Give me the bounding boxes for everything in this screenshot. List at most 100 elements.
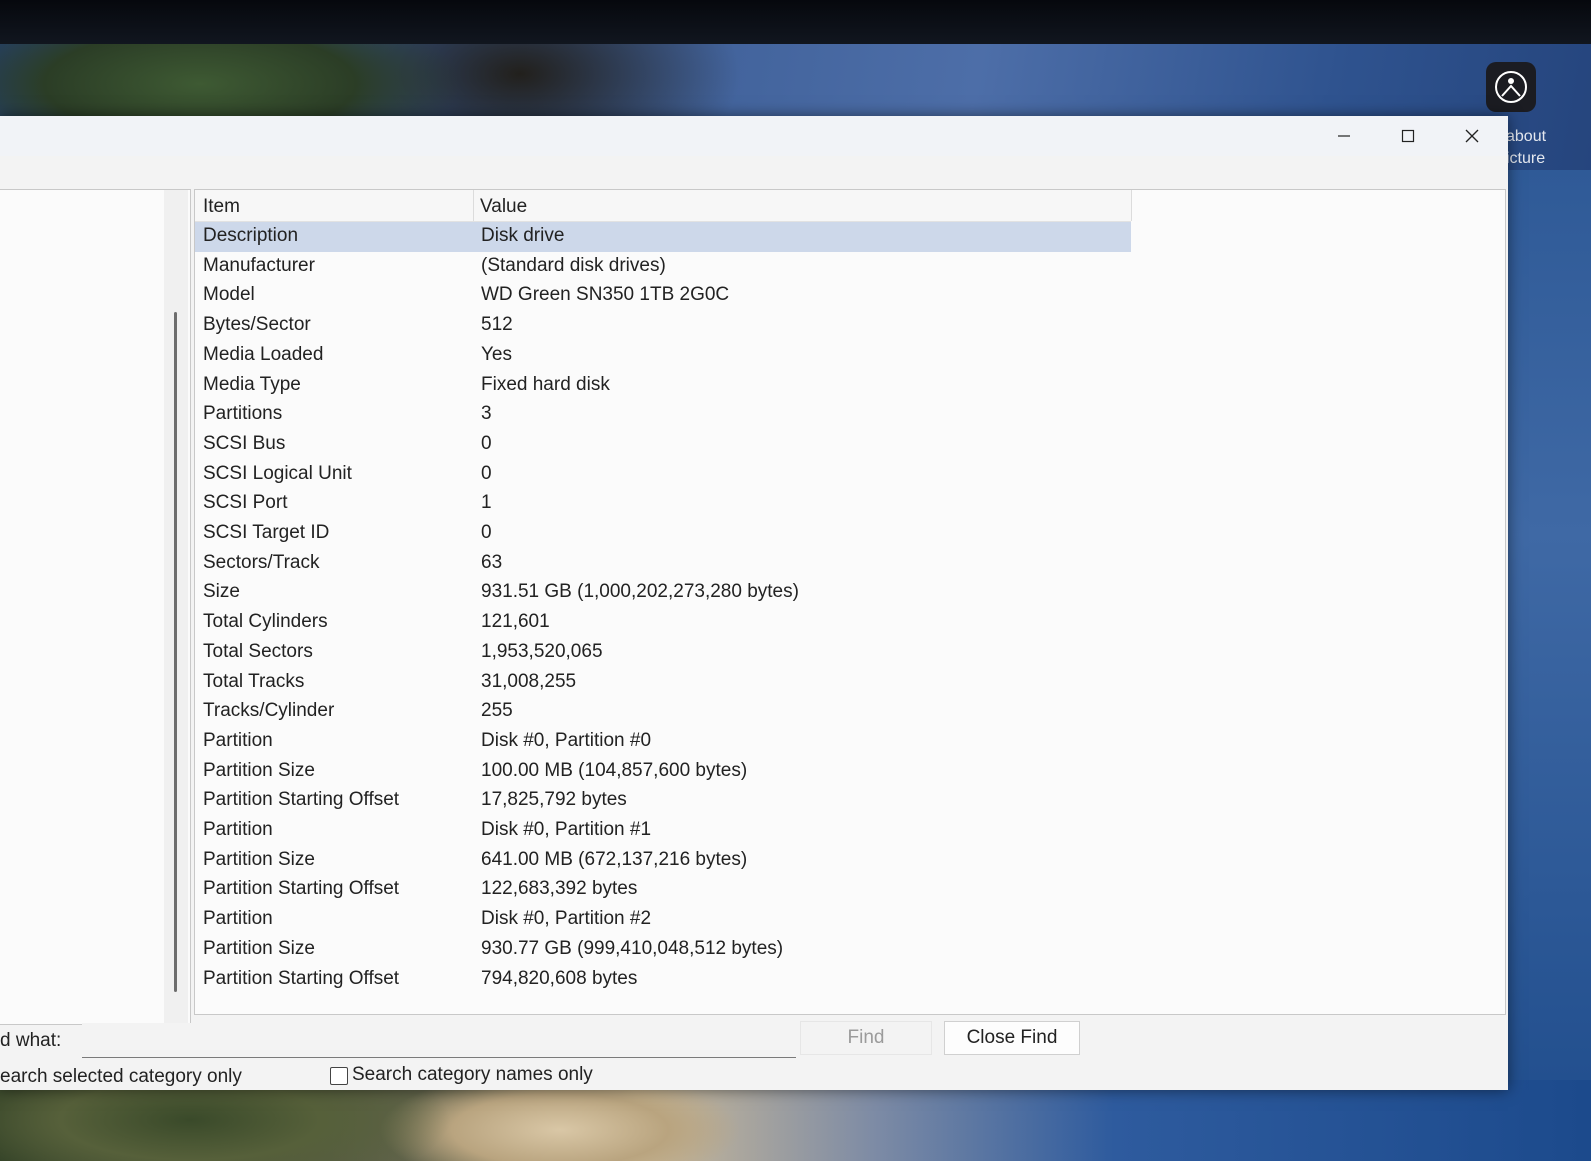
row-item: Total Sectors [203,640,313,662]
tree-scrollbar[interactable] [164,190,188,1024]
row-item: Partition Starting Offset [203,789,400,811]
row-item: Description [203,225,299,246]
column-divider[interactable] [1131,190,1132,221]
close-button[interactable] [1440,116,1504,156]
table-row[interactable]: Size 931.51 GB (1,000,202,273,280 bytes) [195,578,1131,608]
column-header-value[interactable]: Value [480,196,527,218]
row-value: Yes [481,343,512,365]
tree-scrollbar-thumb[interactable] [174,312,177,992]
table-row[interactable]: Partition Starting Offset 17,825,792 byte… [195,786,1131,816]
table-row[interactable]: Manufacturer (Standard disk drives) [195,252,1131,282]
close-icon [1465,129,1479,143]
row-value: 794,820,608 bytes [481,967,638,989]
row-value: 641.00 MB (672,137,216 bytes) [481,848,748,870]
row-item: SCSI Logical Unit [203,462,352,484]
row-value: 0 [481,462,492,484]
find-what-label: d what: [0,1030,62,1051]
menu-bar [0,156,1508,186]
row-value: 121,601 [481,611,550,633]
row-item: SCSI Target ID [203,522,330,543]
category-tree-pane[interactable] [0,189,191,1025]
search-selected-category-option[interactable]: earch selected category only [0,1066,242,1088]
picture-label-line2: icture [1506,150,1546,167]
wallpaper-strip [1505,170,1591,1080]
row-value: 122,683,392 bytes [481,878,638,900]
row-value: (Standard disk drives) [481,254,666,276]
table-row[interactable]: Partition Size 100.00 MB (104,857,600 byt… [195,757,1131,787]
learn-about-picture-icon[interactable] [1486,62,1536,112]
table-row[interactable]: Partition Starting Offset 794,820,608 byt… [195,965,1131,995]
row-value: 931.51 GB (1,000,202,273,280 bytes) [481,581,799,603]
row-value: 0 [481,522,492,543]
table-row[interactable]: Sectors/Track 63 [195,549,1131,579]
row-item: Partition Size [203,937,315,959]
row-value: Disk drive [481,225,565,246]
wallpaper-bottom [0,1080,1591,1161]
row-item: Tracks/Cylinder [203,700,335,722]
search-category-names-label[interactable]: Search category names only [352,1064,593,1086]
title-bar[interactable] [0,116,1508,156]
row-item: Partition Starting Offset [203,967,400,989]
row-item: Partition [203,819,273,840]
row-item: Partition Starting Offset [203,878,400,900]
table-row[interactable]: Partitions 3 [195,400,1131,430]
row-item: Bytes/Sector [203,314,311,336]
table-row[interactable]: Partition Disk #0, Partition #0 [195,727,1131,757]
row-item: Total Cylinders [203,611,328,633]
table-row[interactable]: Bytes/Sector 512 [195,311,1131,341]
screen-bezel [0,0,1591,44]
table-row[interactable]: Media Type Fixed hard disk [195,371,1131,401]
row-value: Fixed hard disk [481,373,610,395]
table-row[interactable]: Partition Size 641.00 MB (672,137,216 byt… [195,846,1131,876]
maximize-icon [1401,129,1415,143]
list-header: Item Value [195,190,1132,222]
row-value: Disk #0, Partition #2 [481,908,652,930]
minimize-button[interactable] [1312,116,1376,156]
row-item: Media Loaded [203,343,324,365]
table-row[interactable]: SCSI Bus 0 [195,430,1131,460]
table-row[interactable]: Partition Size 930.77 GB (999,410,048,512… [195,935,1131,965]
row-item: SCSI Port [203,492,288,514]
table-row[interactable]: SCSI Target ID 0 [195,519,1131,549]
row-item: Size [203,581,240,603]
find-button[interactable]: Find [800,1021,932,1055]
find-what-input[interactable] [82,1023,796,1058]
table-row[interactable]: SCSI Logical Unit 0 [195,460,1131,490]
table-row[interactable]: Partition Disk #0, Partition #1 [195,816,1131,846]
row-item: Manufacturer [203,254,315,276]
row-item: Partition [203,729,273,751]
table-row[interactable]: Media Loaded Yes [195,341,1131,371]
table-row[interactable]: Total Tracks 31,008,255 [195,668,1131,698]
row-item: Total Tracks [203,670,305,692]
row-item: SCSI Bus [203,432,286,454]
table-row[interactable]: Total Cylinders 121,601 [195,608,1131,638]
table-row[interactable]: Total Sectors 1,953,520,065 [195,638,1131,668]
table-row[interactable]: Partition Disk #0, Partition #2 [195,905,1131,935]
row-value: 930.77 GB (999,410,048,512 bytes) [481,937,784,959]
column-divider[interactable] [473,190,474,221]
details-list[interactable]: Item Value Description Disk drive Manufact… [194,189,1506,1015]
row-item: Partition [203,908,273,930]
row-value: 512 [481,314,513,336]
table-row[interactable]: SCSI Port 1 [195,489,1131,519]
picture-label[interactable]: about icture [1506,126,1546,170]
row-value: 3 [481,403,492,425]
row-item: Model [203,284,255,306]
column-header-item[interactable]: Item [203,196,240,218]
table-row[interactable]: Description Disk drive [195,222,1131,252]
row-value: WD Green SN350 1TB 2G0C [481,284,730,306]
system-information-window: Item Value Description Disk drive Manufact… [0,116,1508,1090]
row-value: Disk #0, Partition #0 [481,729,652,751]
maximize-button[interactable] [1376,116,1440,156]
row-value: 31,008,255 [481,670,577,692]
row-item: Partition Size [203,848,315,870]
row-item: Media Type [203,373,301,395]
table-row[interactable]: Tracks/Cylinder 255 [195,697,1131,727]
row-value: 1 [481,492,492,514]
table-row[interactable]: Model WD Green SN350 1TB 2G0C [195,281,1131,311]
close-find-button[interactable]: Close Find [944,1021,1080,1055]
search-category-names-checkbox[interactable] [330,1067,348,1085]
row-item: Partitions [203,403,283,425]
table-row[interactable]: Partition Starting Offset 122,683,392 byt… [195,875,1131,905]
minimize-icon [1338,135,1350,137]
